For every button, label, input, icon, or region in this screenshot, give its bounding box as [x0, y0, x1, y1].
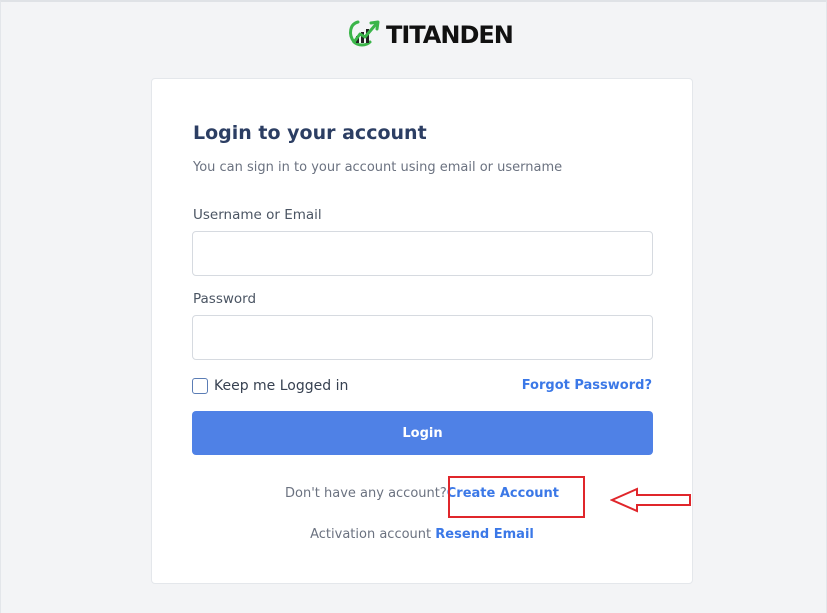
username-label: Username or Email: [193, 207, 322, 223]
forgot-password-link[interactable]: Forgot Password?: [522, 378, 652, 393]
brand-name: TITANDEN: [386, 21, 514, 49]
login-button[interactable]: Login: [192, 411, 653, 455]
no-account-text: Don't have any account?: [285, 486, 447, 501]
resend-email-link[interactable]: Resend Email: [435, 527, 534, 542]
checkbox-box[interactable]: [192, 378, 208, 394]
remember-me-checkbox[interactable]: Keep me Logged in: [192, 378, 348, 394]
brand-logo[interactable]: TITANDEN: [346, 17, 514, 53]
highlight-box: [448, 476, 585, 518]
left-arrow-icon: [609, 487, 692, 517]
password-input[interactable]: [192, 315, 653, 360]
remember-me-label: Keep me Logged in: [214, 378, 349, 394]
password-label: Password: [193, 291, 257, 307]
trend-chart-icon: [346, 18, 382, 52]
login-page: TITANDEN Login to your account You can s…: [0, 0, 827, 613]
activation-row: Activation account Resend Email: [152, 527, 692, 542]
username-input[interactable]: [192, 231, 653, 276]
page-title: Login to your account: [193, 122, 427, 144]
page-subtitle: You can sign in to your account using em…: [193, 160, 563, 175]
activation-text: Activation account: [310, 527, 432, 542]
